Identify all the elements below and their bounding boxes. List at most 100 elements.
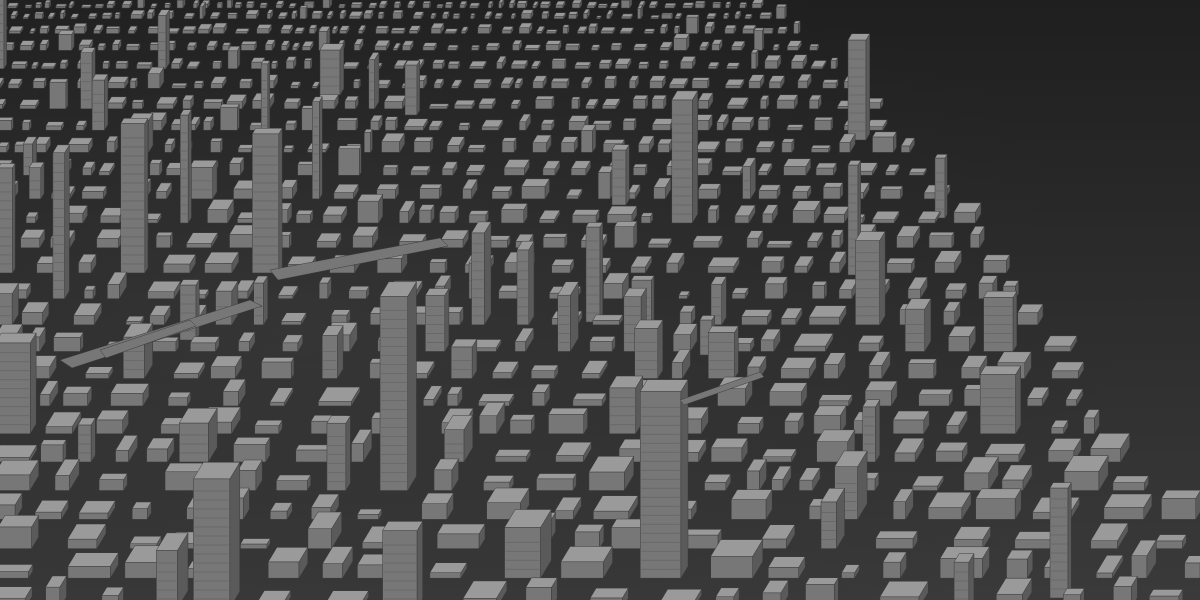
city-block[interactable] (790, 53, 808, 70)
city-block[interactable] (374, 39, 391, 52)
city-block[interactable] (1065, 388, 1084, 407)
3d-viewport[interactable] (0, 0, 1200, 600)
city-block[interactable] (742, 24, 757, 35)
city-block[interactable] (638, 60, 650, 70)
city-block[interactable] (129, 77, 138, 90)
city-block[interactable] (40, 61, 57, 70)
city-block[interactable] (953, 552, 975, 600)
city-block[interactable] (622, 117, 637, 132)
city-block[interactable] (283, 144, 295, 154)
city-block[interactable] (766, 239, 793, 249)
city-block[interactable] (111, 38, 122, 52)
city-block[interactable] (96, 228, 125, 249)
city-block[interactable] (234, 27, 250, 35)
city-block[interactable] (762, 579, 789, 600)
city-block[interactable] (673, 24, 681, 35)
city-block[interactable] (98, 472, 128, 492)
city-block[interactable] (462, 178, 478, 200)
city-block[interactable] (531, 383, 551, 407)
city-block[interactable] (830, 56, 839, 70)
city-block[interactable] (565, 188, 583, 200)
city-block[interactable] (651, 94, 667, 110)
city-block[interactable] (10, 10, 19, 20)
city-block[interactable] (751, 0, 764, 9)
city-block[interactable] (775, 3, 787, 20)
city-block[interactable] (277, 11, 289, 20)
city-block[interactable] (147, 280, 181, 300)
city-block[interactable] (633, 42, 648, 52)
city-block[interactable] (498, 0, 505, 9)
city-block[interactable] (516, 240, 535, 326)
city-block[interactable] (197, 23, 213, 35)
city-block[interactable] (692, 234, 724, 249)
city-block[interactable] (39, 38, 50, 52)
city-block[interactable] (226, 0, 234, 9)
city-block[interactable] (536, 472, 577, 492)
city-block[interactable] (742, 156, 757, 200)
city-block[interactable] (251, 127, 283, 274)
city-block[interactable] (45, 120, 65, 132)
city-block[interactable] (750, 48, 759, 70)
city-block[interactable] (886, 257, 916, 274)
city-block[interactable] (576, 25, 588, 35)
city-block[interactable] (639, 378, 689, 580)
city-block[interactable] (632, 163, 648, 177)
city-block[interactable] (0, 444, 38, 463)
city-block[interactable] (716, 113, 730, 132)
city-block[interactable] (192, 461, 241, 600)
city-block[interactable] (532, 134, 552, 154)
city-block[interactable] (259, 1, 268, 9)
city-block[interactable] (609, 1, 620, 9)
city-block[interactable] (471, 44, 480, 52)
city-block[interactable] (102, 59, 111, 70)
city-block[interactable] (53, 331, 84, 353)
city-block[interactable] (707, 325, 739, 380)
city-block[interactable] (596, 14, 602, 20)
city-block[interactable] (269, 386, 294, 407)
city-block[interactable] (525, 576, 558, 600)
city-block[interactable] (183, 12, 196, 20)
city-block[interactable] (604, 74, 618, 90)
city-block[interactable] (510, 59, 529, 70)
city-block[interactable] (240, 40, 258, 52)
city-block[interactable] (678, 290, 691, 300)
city-block[interactable] (1184, 555, 1200, 580)
city-block[interactable] (514, 77, 524, 90)
city-block[interactable] (806, 231, 824, 249)
city-block[interactable] (428, 119, 444, 132)
city-block[interactable] (551, 258, 575, 274)
city-block[interactable] (600, 26, 616, 35)
city-block[interactable] (29, 27, 37, 35)
city-block[interactable] (1112, 475, 1149, 492)
city-block[interactable] (759, 94, 770, 110)
city-block[interactable] (96, 409, 129, 435)
city-block[interactable] (813, 404, 847, 435)
city-block[interactable] (266, 8, 274, 20)
city-block[interactable] (34, 499, 69, 521)
city-block[interactable] (280, 23, 294, 35)
city-block[interactable] (182, 94, 195, 110)
city-block[interactable] (436, 523, 486, 550)
city-block[interactable] (0, 0, 7, 70)
city-block[interactable] (379, 280, 417, 492)
city-block[interactable] (377, 10, 385, 20)
city-block[interactable] (858, 334, 885, 353)
city-block[interactable] (606, 205, 638, 224)
city-block[interactable] (155, 182, 173, 200)
city-block[interactable] (574, 523, 605, 550)
city-block[interactable] (299, 4, 308, 20)
city-block[interactable] (680, 55, 696, 70)
city-block[interactable] (468, 209, 489, 224)
city-block[interactable] (830, 229, 844, 249)
city-block[interactable] (536, 25, 545, 35)
city-block[interactable] (741, 308, 773, 326)
city-block[interactable] (634, 319, 664, 380)
city-block[interactable] (149, 304, 171, 326)
city-block[interactable] (465, 163, 486, 177)
city-block[interactable] (540, 118, 555, 132)
city-block[interactable] (822, 78, 839, 90)
city-block[interactable] (0, 98, 7, 110)
city-block[interactable] (256, 23, 272, 35)
city-block[interactable] (521, 177, 550, 200)
city-block[interactable] (531, 60, 542, 70)
